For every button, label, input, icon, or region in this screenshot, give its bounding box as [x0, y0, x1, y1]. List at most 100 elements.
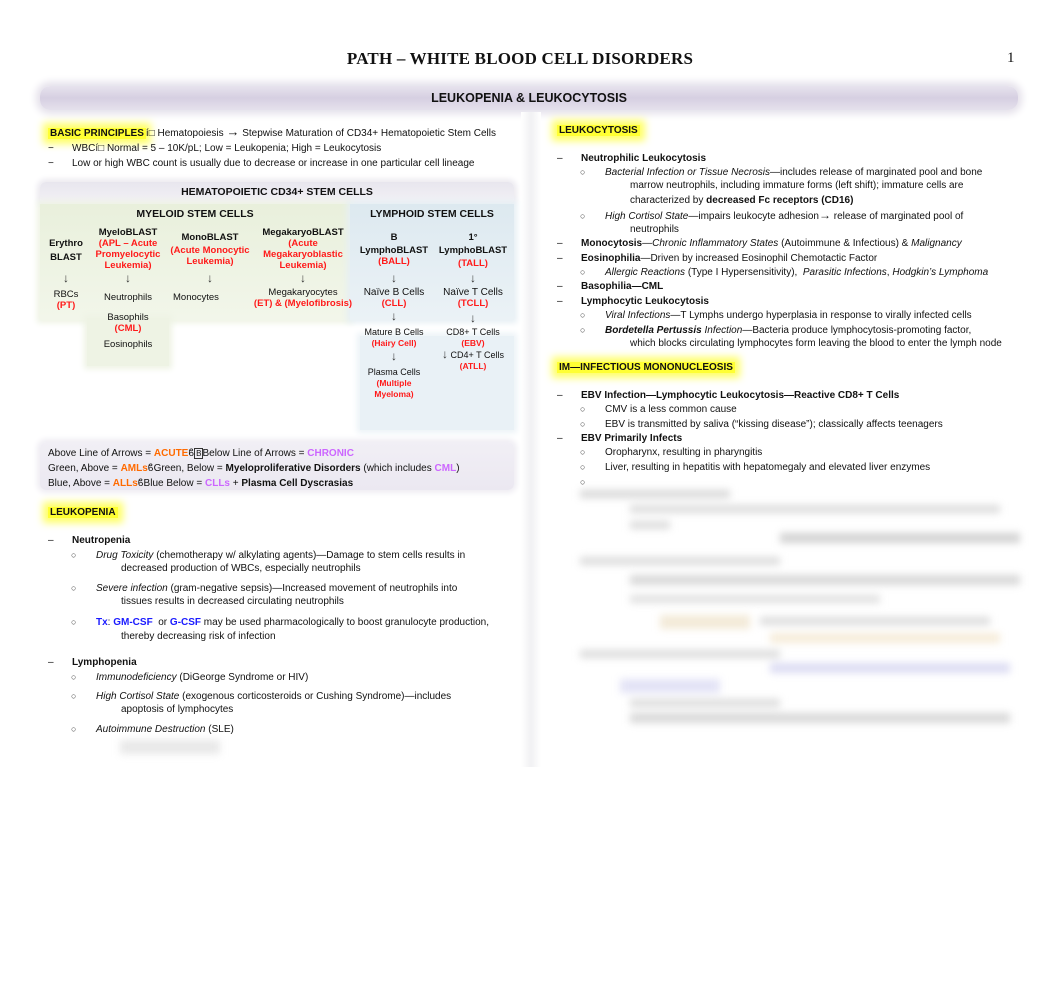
bullet-icon: ○ [71, 617, 77, 627]
disease-label: Promyelocytic [95, 249, 161, 260]
amls-label: AMLs [120, 463, 148, 474]
text: Hematopoiesis [157, 128, 224, 139]
list-item: – Neutrophilic Leukocytosis [557, 152, 1002, 165]
list-item: – Basophilia—CML [557, 280, 1002, 293]
em: Severe infection [96, 583, 168, 594]
list-item: − Low or high WBC count is usually due to… [48, 158, 475, 169]
cell-name: Naïve B Cells [363, 287, 425, 298]
list-item: – Eosinophilia—Driven by increased Eosino… [557, 252, 1002, 265]
myeloid-title: MYELOID STEM CELLS [136, 208, 254, 220]
sub-item: ○ Liver, resulting in hepatitis with hepa… [580, 461, 943, 474]
down-arrow-icon: ↓ [207, 271, 213, 285]
text: Below Line of Arrows = [202, 448, 308, 459]
text: —Driven by increased Eosinophil Chemotac… [640, 253, 878, 264]
bullet-icon: ○ [580, 419, 586, 429]
text: CMV is a less common cause [605, 404, 737, 415]
list-item: – EBV Infection—Lymphocytic Leukocytosis—… [557, 389, 943, 402]
text-cont: apoptosis of lymphocytes [121, 704, 234, 715]
text: (which includes [360, 463, 435, 474]
disease-label: (ET) & (Myelofibrosis) [253, 298, 353, 309]
glyph: í [145, 128, 149, 139]
text: (exogenous corticosteroids or Cushing Sy… [179, 691, 452, 702]
text: Above Line of Arrows = [48, 448, 154, 459]
down-arrow-icon: ↓ [391, 309, 397, 323]
drug-label: GM-CSF [113, 617, 153, 628]
em: Autoimmune Destruction [96, 724, 206, 735]
text-cont: decreased production of WBCs, especially… [121, 563, 361, 574]
dash: – [557, 153, 563, 164]
down-arrow-icon: ↓ [442, 347, 449, 361]
sub-item: ○ Bacterial Infection or Tissue Necrosis—… [580, 166, 1002, 179]
em: Infection [701, 325, 743, 336]
sub-item: ○ Autoimmune Destruction (SLE) [71, 723, 489, 736]
bullet-icon: ○ [580, 404, 586, 414]
text: Normal = 5 – 10K/pL; Low = Leukopenia; H… [106, 143, 382, 154]
legend-line: Blue, Above = ALLsϐBlue Below = CLLs + P… [48, 476, 460, 491]
sub-list: ○ Viral Infections—T Lymphs undergo hyper… [557, 309, 1002, 350]
text: ) [456, 463, 460, 474]
sub-list: ○ Immunodeficiency (DiGeorge Syndrome or … [48, 671, 489, 736]
basic-principles-line: BASIC PRINCIPLES í□ Hematopoiesis → Stepw… [48, 124, 496, 139]
bullet-icon: ○ [71, 672, 77, 682]
disease-label: Leukemia) [279, 260, 327, 271]
sub-item: ○ Tx: GM-CSF or G-CSF may be used pharmac… [71, 616, 489, 629]
cell-name: CD8+ T Cells [446, 327, 500, 337]
sub-item: ○ Oropharynx, resulting in pharyngitis [580, 446, 943, 459]
text: Oropharynx, resulting in pharyngitis [605, 447, 763, 458]
redacted-content [120, 740, 220, 754]
sub-item: ○ Viral Infections—T Lymphs undergo hyper… [580, 309, 1002, 322]
text: Stepwise Maturation of CD34+ Hematopoiet… [242, 128, 496, 139]
chart-column-b-lympho: B LymphoBLAST (BALL) ↓ Naïve B Cells (CL… [356, 232, 432, 400]
right-arrow-icon: → [819, 208, 831, 222]
drug-label: G-CSF [169, 617, 202, 628]
em: Bacterial Infection or Tissue Necrosis [605, 167, 770, 178]
text: may be used pharmacologically to boost g… [201, 617, 489, 628]
sub-list: ○ Drug Toxicity (chemotherapy w/ alkylati… [48, 549, 489, 643]
blast-name: B [390, 232, 398, 243]
sub-item: ○ Drug Toxicity (chemotherapy w/ alkylati… [71, 549, 489, 562]
sub-item: ○ Allergic Reactions (Type I Hypersensiti… [580, 266, 1002, 279]
right-arrow-icon: → [226, 124, 240, 139]
group-title: EBV Primarily Infects [581, 433, 683, 444]
group-title: Monocytosis [581, 238, 643, 249]
down-arrow-icon: ↓ [300, 271, 306, 285]
disease-label: (TCLL) [457, 298, 489, 309]
label: WBCí [72, 143, 99, 154]
disease-label: (PT) [56, 300, 76, 311]
text: EBV is transmitted by saliva (“kissing d… [605, 419, 943, 430]
disease-label: Leukemia) [186, 256, 234, 267]
bullet-icon: ○ [580, 267, 586, 277]
text: — [642, 238, 653, 249]
text: (chemotherapy w/ alkylating agents)—Dama… [153, 550, 466, 561]
group-title: Neutropenia [72, 535, 131, 546]
bullet-icon: ○ [580, 211, 586, 221]
em-bold: Bordetella Pertussis [605, 325, 702, 336]
down-arrow-icon: ↓ [470, 311, 476, 325]
group-title: EBV Infection—Lymphocytic Leukocytosis—R… [581, 390, 900, 401]
sub-item: ○ High Cortisol State—impairs leukocyte a… [580, 208, 1002, 223]
dash: – [557, 433, 563, 444]
bullet-icon: ○ [71, 550, 77, 560]
cml-label: CML [434, 463, 457, 474]
cell-name: Monocytes [173, 292, 219, 303]
cell-name: CD4+ T Cells [450, 350, 504, 360]
sub-list: ○ Allergic Reactions (Type I Hypersensiti… [557, 266, 1002, 279]
disease-label: (Acute Monocytic [170, 245, 250, 256]
em: Drug Toxicity [96, 550, 154, 561]
text: (Type I Hypersensitivity), [685, 267, 803, 278]
down-arrow-icon: ↓ [391, 271, 397, 285]
disease-label: (Acute [288, 238, 318, 249]
bullet-icon: ○ [580, 167, 586, 177]
page-number: 1 [1007, 50, 1015, 66]
lymphoid-title: LYMPHOID STEM CELLS [370, 208, 494, 220]
cell-name: Megakaryocytes [268, 287, 338, 298]
text: Blue Below = [143, 478, 205, 489]
section-heading: LEUKOPENIA [48, 507, 118, 518]
chart-column-erythro: Erythro BLAST ↓ RBCs (PT) [40, 238, 92, 311]
text-cont: thereby decreasing risk of infection [121, 631, 276, 642]
disease-label: Megakaryoblastic [263, 249, 343, 260]
sub-list: ○ Oropharynx, resulting in pharyngitis ○ L… [557, 446, 943, 489]
em: Hodgkin’s Lymphoma [892, 267, 989, 278]
legend-line: Green, Above = AMLsϐGreen, Below = Myelo… [48, 461, 460, 476]
cell-name: Mature B Cells [364, 327, 424, 337]
